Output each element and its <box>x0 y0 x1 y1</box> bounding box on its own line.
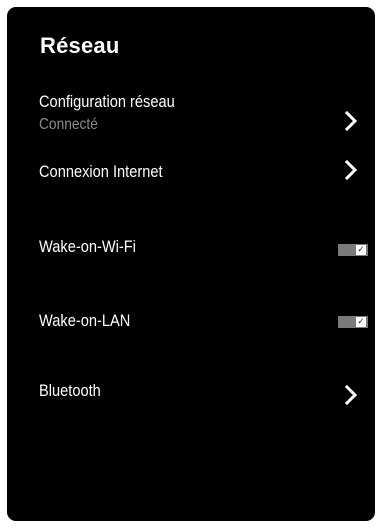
settings-panel: Réseau Configuration réseau Connecté Con… <box>7 7 375 521</box>
menu-item-label: Configuration réseau <box>39 92 175 111</box>
connection-status: Connecté <box>39 116 98 133</box>
wake-on-lan-toggle[interactable]: ✓ <box>338 316 368 328</box>
chevron-right-icon <box>344 110 358 132</box>
checkbox-check-icon: ✓ <box>356 245 366 255</box>
menu-item-wake-on-wifi[interactable]: Wake-on-Wi-Fi ✓ <box>7 235 375 269</box>
wake-on-wifi-toggle[interactable]: ✓ <box>338 244 368 256</box>
menu-item-label: Connexion Internet <box>39 162 163 181</box>
chevron-right-icon <box>344 159 358 181</box>
menu-item-label: Wake-on-LAN <box>39 311 131 330</box>
menu-item-wake-on-lan[interactable]: Wake-on-LAN ✓ <box>7 309 375 343</box>
page-title: Réseau <box>40 33 120 58</box>
menu-item-network-config[interactable]: Configuration réseau Connecté <box>7 90 375 152</box>
checkbox-check-icon: ✓ <box>356 317 366 327</box>
menu-item-bluetooth[interactable]: Bluetooth <box>7 379 375 413</box>
menu-item-label: Wake-on-Wi-Fi <box>39 237 136 256</box>
chevron-right-icon <box>344 384 358 406</box>
menu-item-internet-connection[interactable]: Connexion Internet <box>7 157 375 191</box>
menu-item-label: Bluetooth <box>39 381 101 400</box>
